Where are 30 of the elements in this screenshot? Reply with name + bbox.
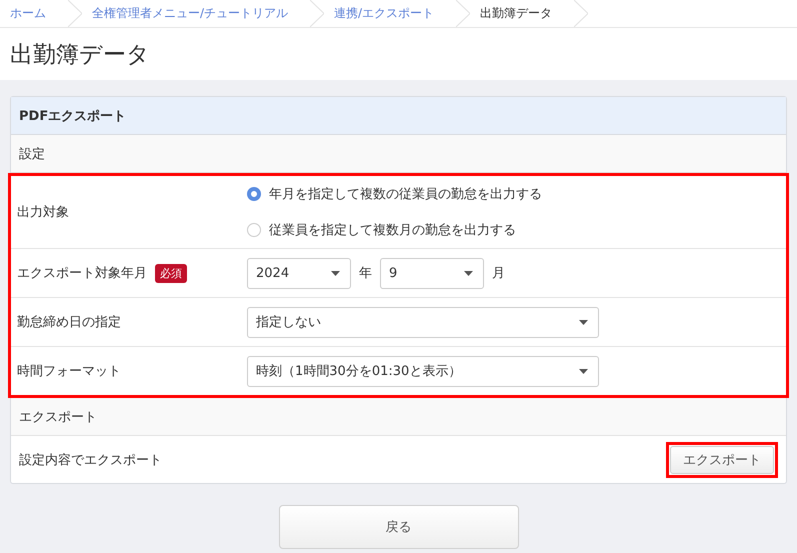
breadcrumb-current: 出勤簿データ <box>480 5 552 22</box>
section-heading: 設定 <box>11 135 786 173</box>
export-label: 設定内容でエクスポート <box>19 452 162 468</box>
field-label: 出力対象 <box>17 204 69 221</box>
unit-label: 年 <box>359 265 372 282</box>
caret-icon <box>464 270 473 276</box>
back-button[interactable]: 戻る <box>278 505 518 549</box>
field-label: 時間フォーマット <box>17 363 121 380</box>
export-button[interactable]: エクスポート <box>670 446 774 474</box>
radio-label[interactable]: 従業員を指定して複数月の勤怠を出力する <box>269 221 516 239</box>
caret-icon <box>579 320 588 324</box>
dropdown[interactable]: 指定しない <box>247 306 599 338</box>
radio-button[interactable] <box>247 223 261 237</box>
year-select[interactable]: 2024 <box>247 258 351 288</box>
panel-title: PDFエクスポート <box>11 97 786 135</box>
unit-label: 月 <box>492 265 505 282</box>
breadcrumb-link[interactable]: 全権管理者メニュー/チュートリアル <box>92 5 288 22</box>
caret-icon <box>579 368 588 374</box>
dropdown[interactable]: 時刻（1時間30分を01:30と表示） <box>247 356 599 386</box>
radio-button[interactable] <box>247 187 261 201</box>
breadcrumb-link[interactable]: 連携/エクスポート <box>334 5 434 22</box>
section-heading: エクスポート <box>11 398 786 436</box>
field-label: エクスポート対象年月 <box>17 265 147 282</box>
month-select[interactable]: 9 <box>380 258 484 288</box>
caret-icon <box>331 270 340 276</box>
page-title: 出勤簿データ <box>10 40 150 70</box>
required-badge: 必須 <box>155 264 187 282</box>
field-label: 勤怠締め日の指定 <box>17 314 121 331</box>
radio-label[interactable]: 年月を指定して複数の従業員の勤怠を出力する <box>269 185 542 203</box>
breadcrumb-link[interactable]: ホーム <box>10 5 46 22</box>
